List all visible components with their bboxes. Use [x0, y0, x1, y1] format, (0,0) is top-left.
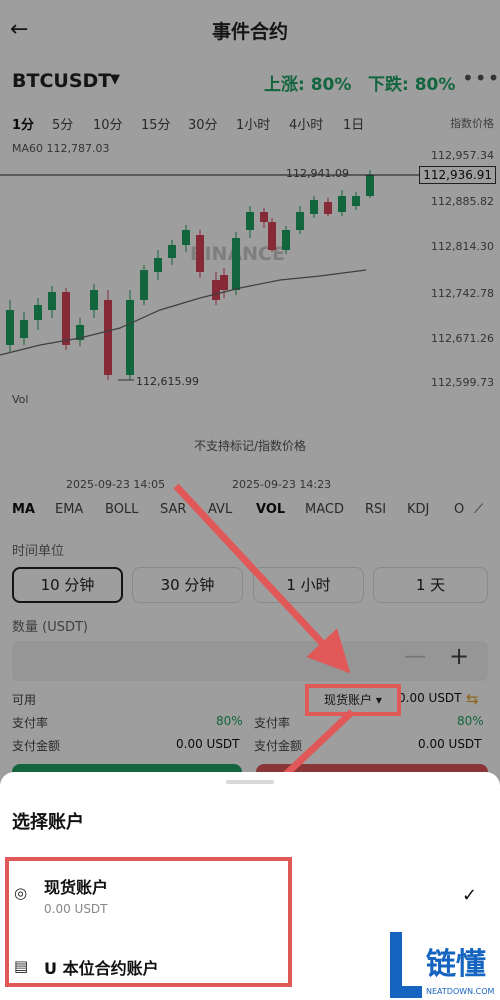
option-subtitle: 0.00 USDT — [44, 902, 108, 916]
arrow-to-selector — [173, 483, 351, 674]
spot-account-icon: ◎ — [14, 884, 28, 902]
option-title: U 本位合约账户 — [44, 959, 159, 978]
option-title: 现货账户 — [44, 878, 109, 897]
futures-account-icon: ▤ — [14, 957, 29, 975]
neatdown-logo: 链懂 NEATDOWN.COM — [388, 930, 500, 1000]
logo-domain-text: NEATDOWN.COM — [426, 987, 495, 996]
sheet-handle[interactable] — [226, 780, 274, 784]
logo-brand-text: 链懂 — [426, 947, 486, 982]
neatdown-logo-mark: 链懂 NEATDOWN.COM — [390, 932, 495, 998]
check-icon: ✓ — [462, 885, 478, 906]
sheet-title: 选择账户 — [12, 812, 84, 833]
